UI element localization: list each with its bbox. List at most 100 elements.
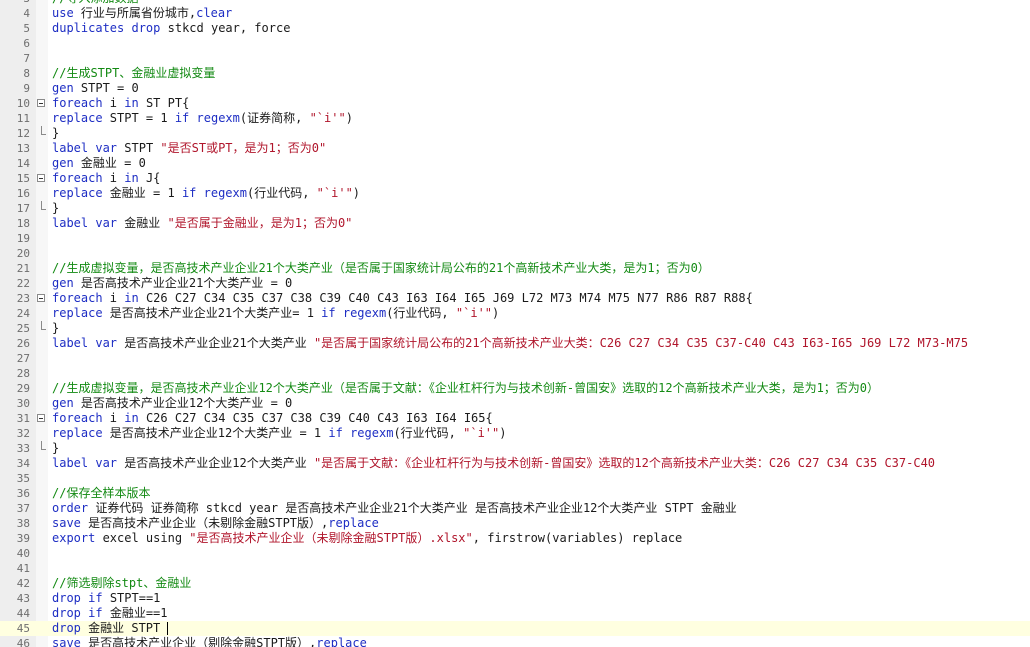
line-number: 46 (16, 637, 30, 647)
code-line[interactable]: 14 gen 金融业 = 0 (0, 156, 1030, 171)
line-number: 15 (16, 172, 30, 185)
code-lines[interactable]: 3//导入添加数据4use 行业与所属省份城市,clear5duplicates… (0, 0, 1030, 647)
code-line[interactable]: 4 use 行业与所属省份城市,clear (0, 6, 1030, 21)
code-line[interactable]: 28 (0, 366, 1030, 381)
code-text: } (52, 201, 59, 216)
code-token: ) (345, 111, 353, 125)
keyword-token: order (52, 501, 89, 515)
code-line[interactable]: 43 drop if STPT==1 (0, 591, 1030, 606)
line-number: 18 (16, 217, 30, 230)
do-file-editor[interactable]: 3//导入添加数据4use 行业与所属省份城市,clear5duplicates… (0, 0, 1030, 647)
code-token: STPT==1 (102, 591, 161, 605)
fold-collapse-icon[interactable] (37, 174, 45, 182)
code-line[interactable]: 23 foreach i in C26 C27 C34 C35 C37 C38 C… (0, 291, 1030, 306)
code-line[interactable]: 39 export excel using "是否高技术产业企业（未剔除金融STP… (0, 531, 1030, 546)
code-token: i (102, 291, 125, 305)
code-line[interactable]: 45 drop 金融业 STPT (0, 621, 1030, 636)
code-text: //生成STPT、金融业虚拟变量 (52, 66, 215, 81)
code-line[interactable]: 24 replace 是否高技术产业企业21个大类产业= 1 if regexm(… (0, 306, 1030, 321)
line-number: 27 (16, 352, 30, 365)
code-line[interactable]: 29 //生成虚拟变量，是否高技术产业企业12个大类产业（是否属于文献：《企业杠杆… (0, 381, 1030, 396)
line-number: 21 (16, 262, 30, 275)
code-text: order 证券代码 证券简称 stkcd year 是否高技术产业企业21个大… (52, 501, 737, 516)
code-text: gen 金融业 = 0 (52, 156, 146, 171)
code-line[interactable]: 40 (0, 546, 1030, 561)
code-line[interactable]: 27 (0, 351, 1030, 366)
line-number: 19 (16, 232, 30, 245)
fold-collapse-icon[interactable] (37, 414, 45, 422)
code-line[interactable]: 21 //生成虚拟变量，是否高技术产业企业21个大类产业（是否属于国家统计局公布的… (0, 261, 1030, 276)
fold-collapse-icon[interactable] (37, 294, 45, 302)
code-line[interactable]: 19 (0, 231, 1030, 246)
code-token: } (52, 321, 60, 335)
line-number: 35 (16, 472, 30, 485)
keyword-token: regexm (203, 186, 247, 200)
code-line[interactable]: 5 duplicates drop stkcd year, force (0, 21, 1030, 36)
code-line[interactable]: 26 label var 是否高技术产业企业21个大类产业 "是否属于国家统计局公… (0, 336, 1030, 351)
code-line[interactable]: 15 foreach i in J{ (0, 171, 1030, 186)
code-token: ST PT{ (138, 96, 190, 110)
line-number: 7 (23, 52, 30, 65)
code-line[interactable]: 7 (0, 51, 1030, 66)
code-line[interactable]: 12} (0, 126, 1030, 141)
code-line[interactable]: 37 order 证券代码 证券简称 stkcd year 是否高技术产业企业21… (0, 501, 1030, 516)
code-line[interactable]: 10 foreach i in ST PT{ (0, 96, 1030, 111)
keyword-token: if (88, 606, 103, 620)
code-line[interactable]: 32 replace 是否高技术产业企业12个大类产业 = 1 if regexm… (0, 426, 1030, 441)
line-number: 33 (16, 442, 30, 455)
code-line[interactable]: 16 replace 金融业 = 1 if regexm(行业代码, "`i'") (0, 186, 1030, 201)
keyword-token: foreach (52, 171, 103, 185)
code-line[interactable]: 20 (0, 246, 1030, 261)
string-token: "`i'" (463, 426, 500, 440)
code-token: } (52, 441, 60, 455)
fold-collapse-icon[interactable] (37, 99, 45, 107)
code-line[interactable]: 13 label var STPT "是否ST或PT，是为1；否为0" (0, 141, 1030, 156)
code-token: 是否高技术产业企业（剔除金融STPT版）, (80, 636, 317, 647)
code-line[interactable]: 33} (0, 441, 1030, 456)
line-number: 43 (16, 592, 30, 605)
code-text: } (52, 321, 59, 336)
code-line[interactable]: 11 replace STPT = 1 if regexm(证券简称, "`i'"… (0, 111, 1030, 126)
code-text: replace 是否高技术产业企业21个大类产业= 1 if regexm(行业… (52, 306, 499, 321)
code-line[interactable]: 9 gen STPT = 0 (0, 81, 1030, 96)
code-line[interactable]: 22 gen 是否高技术产业企业21个大类产业 = 0 (0, 276, 1030, 291)
code-text: //生成虚拟变量，是否高技术产业企业21个大类产业（是否属于国家统计局公布的21… (52, 261, 710, 276)
code-line[interactable]: 6 (0, 36, 1030, 51)
code-token: C26 C27 C34 C35 C37 C38 C39 C40 C43 I63 … (138, 411, 493, 425)
code-line[interactable]: 38 save 是否高技术产业企业（未剔除金融STPT版）,replace (0, 516, 1030, 531)
code-token: i (102, 411, 125, 425)
code-line[interactable]: 35 (0, 471, 1030, 486)
code-line[interactable]: 31 foreach i in C26 C27 C34 C35 C37 C38 C… (0, 411, 1030, 426)
line-number: 12 (16, 127, 30, 140)
code-line[interactable]: 25} (0, 321, 1030, 336)
keyword-token: replace (52, 306, 103, 320)
string-token: "是否属于金融业，是为1；否为0" (167, 216, 353, 230)
keyword-token: label (52, 216, 89, 230)
code-line[interactable]: 44 drop if 金融业==1 (0, 606, 1030, 621)
keyword-token: replace (316, 636, 367, 647)
code-line[interactable]: 36 //保存全样本版本 (0, 486, 1030, 501)
code-line[interactable]: 42 //筛选剔除stpt、金融业 (0, 576, 1030, 591)
code-text: duplicates drop stkcd year, force (52, 21, 290, 36)
fold-end-marker (41, 201, 46, 210)
code-line[interactable]: 30 gen 是否高技术产业企业12个大类产业 = 0 (0, 396, 1030, 411)
code-line[interactable]: 34 label var 是否高技术产业企业12个大类产业 "是否属于文献：《企业… (0, 456, 1030, 471)
code-token: excel using (95, 531, 190, 545)
code-line[interactable]: 41 (0, 561, 1030, 576)
code-line[interactable]: 46 save 是否高技术产业企业（剔除金融STPT版）,replace (0, 636, 1030, 647)
line-number: 31 (16, 412, 30, 425)
code-text: use 行业与所属省份城市,clear (52, 6, 232, 21)
code-text: gen 是否高技术产业企业21个大类产业 = 0 (52, 276, 292, 291)
code-token: J{ (138, 171, 161, 185)
string-token: "`i'" (316, 186, 353, 200)
code-token: ) (492, 306, 500, 320)
code-line[interactable]: 8 //生成STPT、金融业虚拟变量 (0, 66, 1030, 81)
line-number: 8 (23, 67, 30, 80)
code-line[interactable]: 18 label var 金融业 "是否属于金融业，是为1；否为0" (0, 216, 1030, 231)
keyword-token: drop (52, 591, 81, 605)
code-text: save 是否高技术产业企业（未剔除金融STPT版）,replace (52, 516, 379, 531)
code-text: drop if 金融业==1 (52, 606, 168, 621)
code-line[interactable]: 17} (0, 201, 1030, 216)
